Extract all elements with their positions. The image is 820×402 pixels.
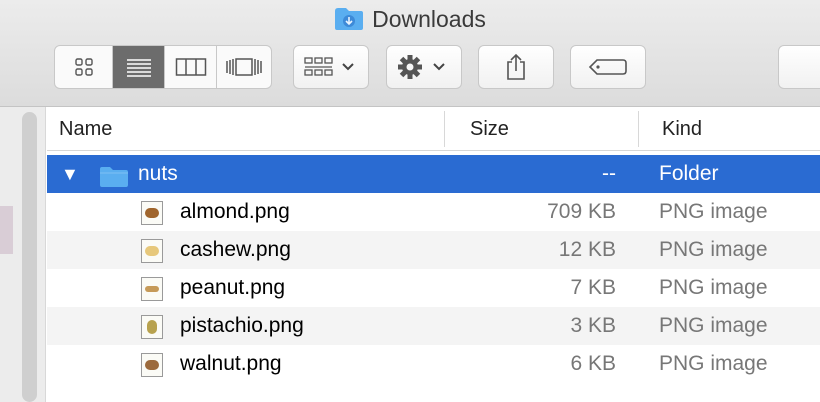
file-size: 709 KB (547, 200, 616, 223)
file-kind: PNG image (659, 238, 768, 261)
file-name: walnut.png (180, 352, 282, 375)
file-name: peanut.png (180, 276, 286, 299)
tag-button[interactable] (570, 45, 646, 89)
column-view-icon (175, 58, 206, 76)
file-list: ▼ nuts -- Folder almond.png 709 KB PNG i… (47, 155, 820, 383)
list-view-icon (126, 59, 151, 77)
file-size: 7 KB (570, 276, 616, 299)
folder-row-nuts[interactable]: ▼ nuts -- Folder (47, 155, 820, 193)
action-button[interactable] (386, 45, 462, 89)
group-by-button[interactable] (293, 45, 369, 89)
png-file-icon (141, 315, 163, 339)
search-field-button[interactable] (778, 45, 820, 89)
window-title: Downloads (0, 4, 820, 38)
downloads-folder-icon (334, 7, 364, 38)
icon-view-icon (74, 58, 93, 76)
file-name: cashew.png (180, 238, 291, 261)
folder-name: nuts (138, 162, 178, 185)
png-file-icon (141, 353, 163, 377)
icon-view-button[interactable] (55, 46, 113, 88)
coverflow-view-button[interactable] (217, 46, 271, 88)
file-row-cashew[interactable]: cashew.png 12 KB PNG image (47, 231, 820, 269)
folder-kind: Folder (659, 162, 719, 185)
file-row-peanut[interactable]: peanut.png 7 KB PNG image (47, 269, 820, 307)
column-divider[interactable] (444, 111, 445, 147)
file-name: pistachio.png (180, 314, 304, 337)
file-kind: PNG image (659, 352, 768, 375)
window-titlebar: Downloads (0, 0, 820, 107)
file-kind: PNG image (659, 314, 768, 337)
column-view-button[interactable] (165, 46, 217, 88)
column-header-name[interactable]: Name (59, 107, 112, 151)
file-size: 6 KB (570, 352, 616, 375)
column-divider[interactable] (638, 111, 639, 147)
disclosure-triangle-icon[interactable]: ▼ (61, 155, 79, 193)
file-kind: PNG image (659, 200, 768, 223)
file-kind: PNG image (659, 276, 768, 299)
file-size: 3 KB (570, 314, 616, 337)
png-file-icon (141, 201, 163, 225)
gear-icon (398, 55, 445, 79)
sidebar-scrollbar[interactable] (22, 112, 37, 402)
window-title-text: Downloads (372, 6, 486, 32)
share-button[interactable] (478, 45, 554, 89)
tag-icon (588, 59, 627, 75)
list-view-button[interactable] (113, 46, 165, 88)
column-header-kind[interactable]: Kind (662, 107, 702, 151)
column-header-size[interactable]: Size (470, 107, 509, 151)
file-name: almond.png (180, 200, 290, 223)
folder-size: -- (602, 162, 616, 185)
column-header-bar: Name Size Kind (47, 107, 820, 151)
group-by-icon (304, 57, 354, 76)
file-row-almond[interactable]: almond.png 709 KB PNG image (47, 193, 820, 231)
file-row-walnut[interactable]: walnut.png 6 KB PNG image (47, 345, 820, 383)
sidebar-selection-marker (0, 206, 13, 254)
coverflow-view-icon (226, 58, 262, 76)
file-size: 12 KB (558, 238, 616, 261)
share-icon (507, 53, 525, 80)
png-file-icon (141, 277, 163, 301)
png-file-icon (141, 239, 163, 263)
file-row-pistachio[interactable]: pistachio.png 3 KB PNG image (47, 307, 820, 345)
view-mode-segmented-control (54, 45, 272, 89)
